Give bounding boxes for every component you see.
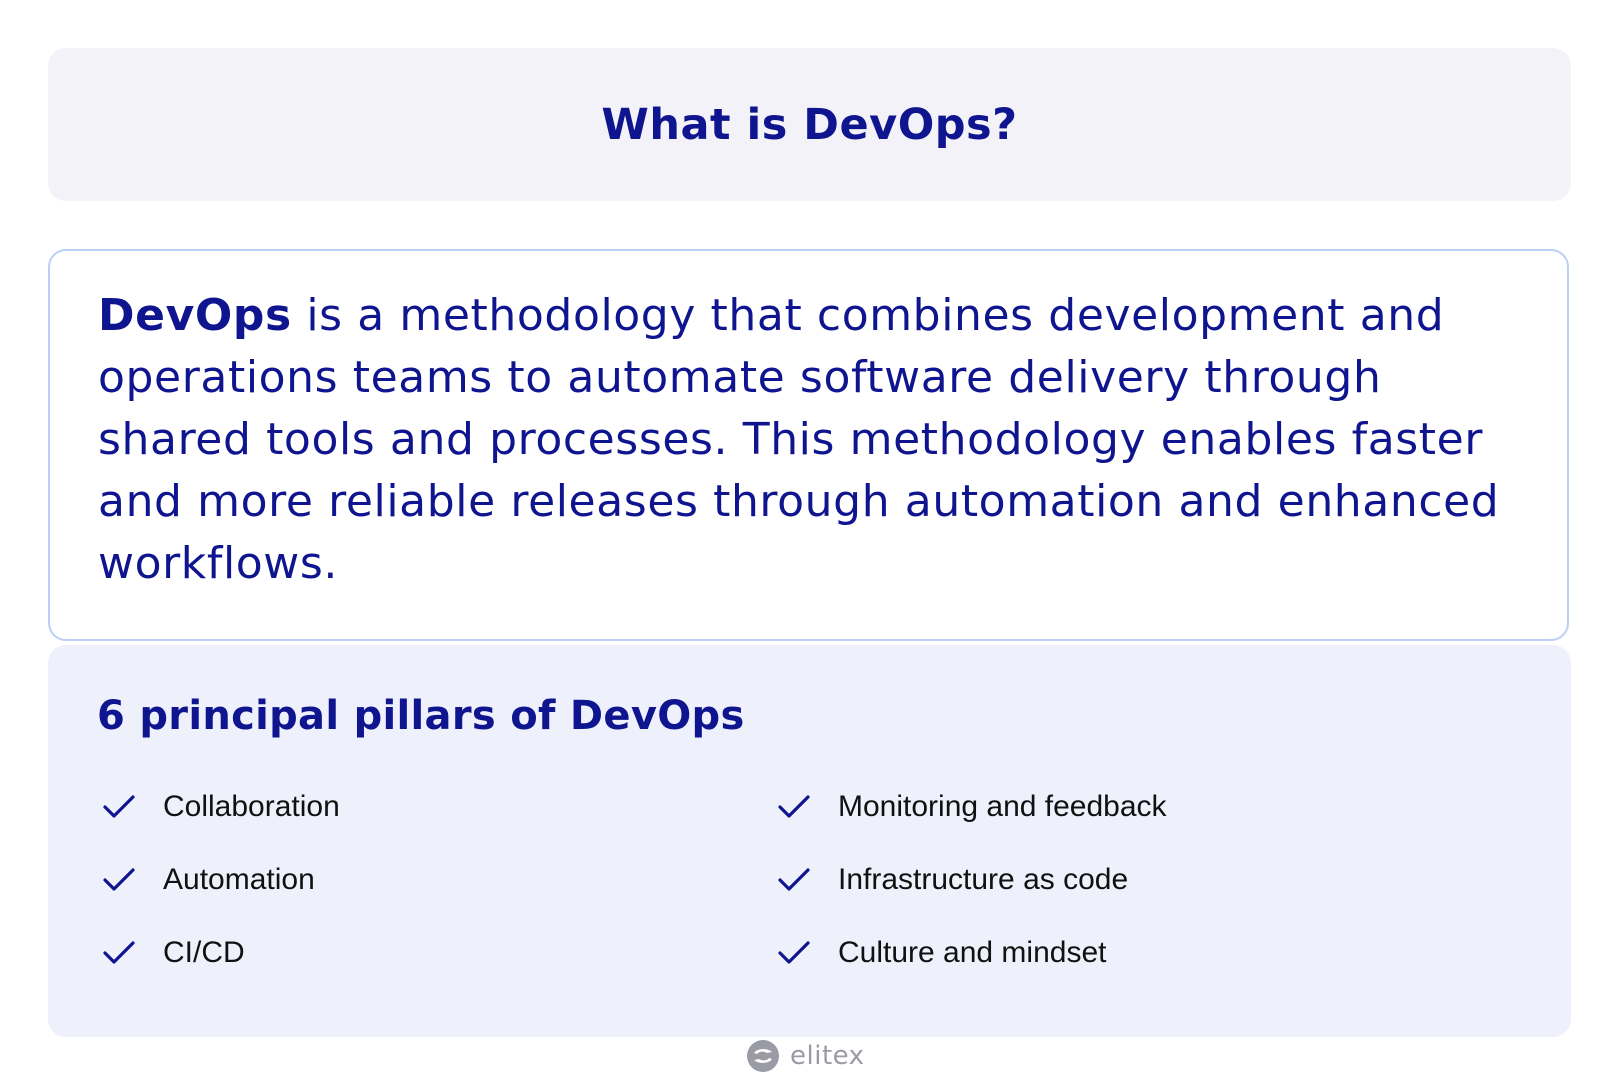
elitex-logo-icon (746, 1039, 780, 1073)
pillar-label: Monitoring and feedback (838, 789, 1167, 823)
check-icon (776, 789, 812, 825)
pillar-item: CI/CD (101, 916, 340, 989)
pillar-label: Automation (163, 862, 315, 896)
pillar-item: Culture and mindset (776, 916, 1167, 989)
check-icon (101, 789, 137, 825)
pillars-list-left: Collaboration Automation CI/CD (101, 770, 340, 989)
elitex-logo: elitex (746, 1036, 865, 1076)
definition-body: is a methodology that combines developme… (98, 290, 1500, 589)
pillar-label: Infrastructure as code (838, 862, 1129, 896)
check-icon (101, 935, 137, 971)
pillar-item: Infrastructure as code (776, 843, 1167, 916)
pillar-item: Monitoring and feedback (776, 770, 1167, 843)
check-icon (776, 862, 812, 898)
pillar-label: Culture and mindset (838, 935, 1107, 969)
pillars-list-right: Monitoring and feedback Infrastructure a… (776, 770, 1167, 989)
logo-text: elitex (790, 1041, 865, 1071)
pillars-card: 6 principal pillars of DevOps Collaborat… (48, 645, 1571, 1037)
definition-card: DevOps is a methodology that combines de… (48, 249, 1569, 641)
pillar-label: CI/CD (163, 935, 245, 969)
pillar-item: Automation (101, 843, 340, 916)
title-card: What is DevOps? (48, 48, 1571, 201)
check-icon (101, 862, 137, 898)
definition-paragraph: DevOps is a methodology that combines de… (98, 285, 1523, 595)
pillar-label: Collaboration (163, 789, 340, 823)
definition-term: DevOps (98, 290, 292, 341)
check-icon (776, 935, 812, 971)
page-title: What is DevOps? (601, 99, 1018, 150)
pillars-heading: 6 principal pillars of DevOps (97, 693, 745, 739)
pillar-item: Collaboration (101, 770, 340, 843)
